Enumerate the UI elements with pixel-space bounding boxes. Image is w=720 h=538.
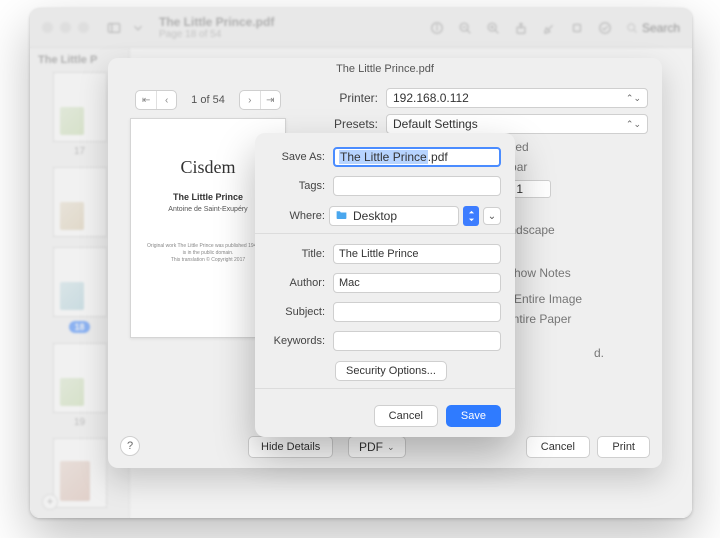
save-cancel-button[interactable]: Cancel <box>374 405 438 427</box>
save-as-label: Save As: <box>269 151 325 163</box>
first-prev-buttons[interactable]: ⇤‹ <box>135 90 177 110</box>
folder-icon <box>335 208 348 224</box>
title-field[interactable]: The Little Prince <box>333 244 501 264</box>
help-button[interactable]: ? <box>120 436 140 456</box>
divider <box>255 388 515 389</box>
print-cancel-button[interactable]: Cancel <box>526 436 590 458</box>
divider <box>255 233 515 234</box>
hide-details-button[interactable]: Hide Details <box>248 436 333 458</box>
prev-page-icon[interactable]: ‹ <box>156 91 176 109</box>
save-confirm-button[interactable]: Save <box>446 405 501 427</box>
presets-label: Presets: <box>314 117 378 131</box>
tags-field[interactable] <box>333 176 501 196</box>
where-popup[interactable]: Desktop <box>329 206 459 226</box>
printer-select[interactable]: 192.168.0.112⌃⌄ <box>386 88 648 108</box>
where-stepper[interactable] <box>463 206 479 226</box>
chevron-down-icon: ⌄ <box>387 442 395 453</box>
to-page-field[interactable]: 1 <box>511 180 551 198</box>
title-label: Title: <box>269 248 325 260</box>
show-notes-label: Show Notes <box>506 266 571 280</box>
save-as-field[interactable]: The Little Prince.pdf <box>333 147 501 167</box>
presets-select[interactable]: Default Settings⌃⌄ <box>386 114 648 134</box>
keywords-label: Keywords: <box>269 335 325 347</box>
save-dialog: Save As: The Little Prince.pdf Tags: Whe… <box>255 133 515 437</box>
printer-label: Printer: <box>314 91 378 105</box>
first-page-icon[interactable]: ⇤ <box>136 91 156 109</box>
subject-field[interactable] <box>333 302 501 322</box>
app-window: The Little Prince.pdf Page 18 of 54 Sear… <box>30 8 692 518</box>
next-last-buttons[interactable]: ›⇥ <box>239 90 281 110</box>
trailing-text: d. <box>594 346 604 360</box>
security-options-button[interactable]: Security Options... <box>335 361 447 381</box>
preview-page-counter: 1 of 54 <box>191 94 225 106</box>
last-page-icon[interactable]: ⇥ <box>260 91 280 109</box>
next-page-icon[interactable]: › <box>240 91 260 109</box>
chevron-updown-icon: ⌃⌄ <box>626 119 641 130</box>
author-field[interactable]: Mac <box>333 273 501 293</box>
subject-label: Subject: <box>269 306 325 318</box>
print-confirm-button[interactable]: Print <box>597 436 650 458</box>
tags-label: Tags: <box>269 180 325 192</box>
keywords-field[interactable] <box>333 331 501 351</box>
chevron-updown-icon: ⌃⌄ <box>626 93 641 104</box>
expand-save-dialog-button[interactable]: ⌄ <box>483 207 501 225</box>
where-label: Where: <box>269 210 325 222</box>
print-dialog-title: The Little Prince.pdf <box>108 58 662 82</box>
author-label: Author: <box>269 277 325 289</box>
pdf-dropdown[interactable]: PDF⌄ <box>348 436 406 458</box>
